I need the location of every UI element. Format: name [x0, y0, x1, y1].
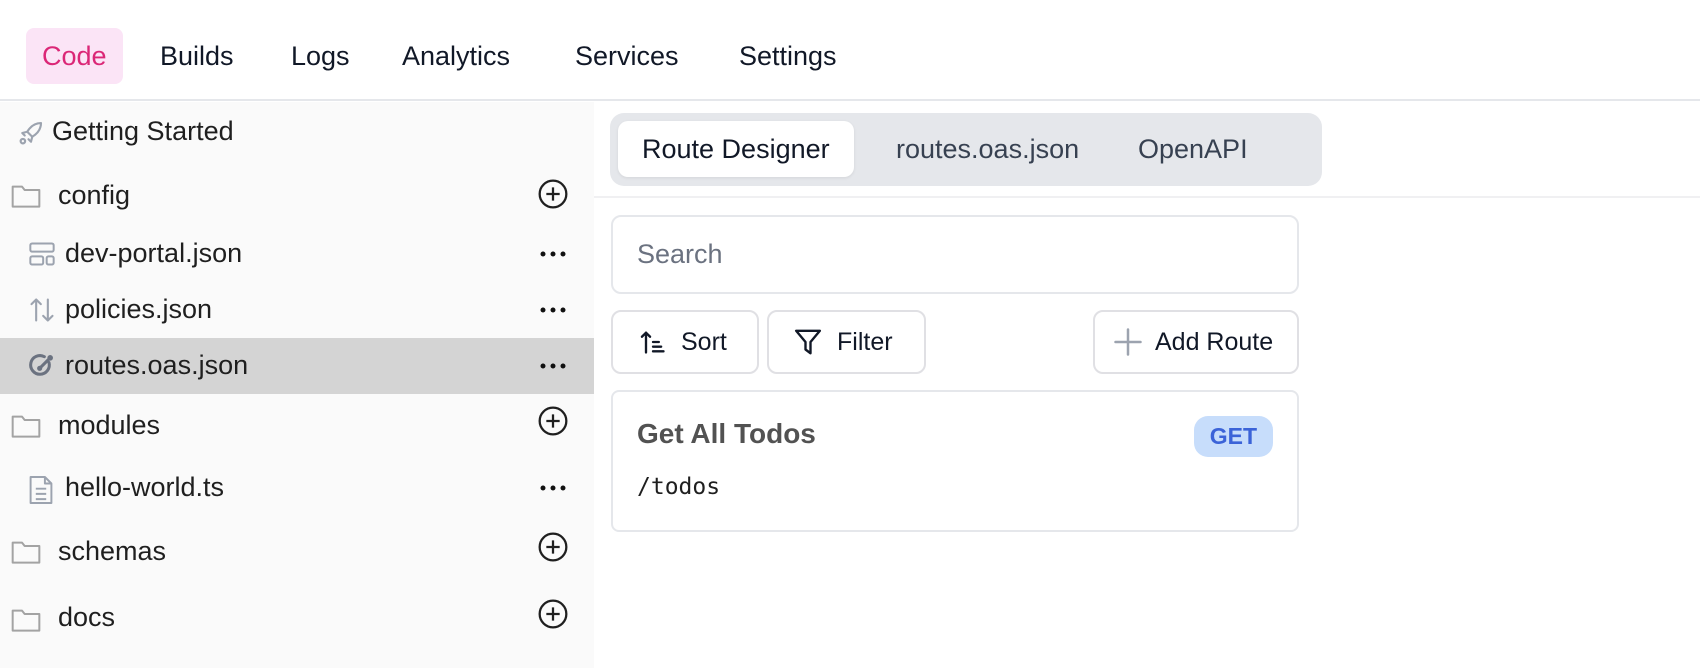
sidebar-file-dev-portal[interactable]: dev-portal.json: [0, 226, 594, 282]
file-text-icon: [27, 474, 55, 506]
sidebar-folder-config[interactable]: config: [0, 166, 594, 226]
nav-tab-logs[interactable]: Logs: [275, 28, 366, 84]
sort-ascending-icon: [639, 328, 667, 356]
sidebar-file-policies[interactable]: policies.json: [0, 282, 594, 338]
filter-button[interactable]: Filter: [767, 310, 926, 374]
sidebar-item-label: schemas: [58, 536, 167, 566]
nav-tab-services[interactable]: Services: [559, 28, 695, 84]
method-badge: GET: [1193, 416, 1273, 457]
arrows-up-down-icon: [28, 296, 56, 324]
nav-tab-builds[interactable]: Builds: [144, 28, 250, 84]
search-field: [611, 215, 1299, 294]
search-input[interactable]: [613, 217, 1297, 292]
tab-openapi[interactable]: OpenAPI: [1114, 121, 1272, 177]
tab-route-designer[interactable]: Route Designer: [618, 121, 854, 177]
folder-icon: [10, 536, 42, 568]
add-icon[interactable]: [536, 530, 570, 564]
nav-tab-analytics[interactable]: Analytics: [386, 28, 526, 84]
editor-tabbar: Route Designer routes.oas.json OpenAPI: [594, 102, 1700, 198]
sort-label: Sort: [681, 327, 727, 356]
sidebar-item-label: hello-world.ts: [65, 472, 225, 502]
route-card[interactable]: Get All Todos GET /todos: [611, 390, 1299, 532]
filter-icon: [793, 327, 823, 357]
plus-icon: [1113, 327, 1143, 357]
sort-button[interactable]: Sort: [611, 310, 759, 374]
sidebar-file-hello-world[interactable]: hello-world.ts: [0, 458, 594, 518]
sidebar-folder-docs[interactable]: docs: [0, 584, 594, 654]
route-path: /todos: [637, 474, 721, 500]
nav-tab-code[interactable]: Code: [26, 28, 123, 84]
sidebar-item-label: config: [58, 180, 131, 210]
view-switcher: Route Designer routes.oas.json OpenAPI: [610, 113, 1322, 186]
route-title: Get All Todos: [637, 418, 816, 449]
top-nav: Code Builds Logs Analytics Services Sett…: [0, 0, 1700, 101]
sidebar-item-label: docs: [58, 602, 116, 632]
filter-label: Filter: [837, 327, 893, 356]
sidebar-folder-modules[interactable]: modules: [0, 394, 594, 458]
sidebar-item-label: routes.oas.json: [65, 350, 249, 380]
layout-icon: [28, 240, 56, 268]
folder-icon: [10, 410, 42, 442]
more-icon[interactable]: [536, 349, 570, 383]
route-icon: [28, 352, 56, 380]
file-tree-sidebar: Getting Started config dev-portal.json p…: [0, 102, 594, 668]
add-icon[interactable]: [536, 404, 570, 438]
add-icon[interactable]: [536, 597, 570, 631]
folder-icon: [10, 180, 42, 212]
nav-tab-settings[interactable]: Settings: [723, 28, 853, 84]
sidebar-file-routes-oas[interactable]: routes.oas.json: [0, 338, 594, 394]
tab-routes-oas-json[interactable]: routes.oas.json: [872, 121, 1103, 177]
add-icon[interactable]: [536, 177, 570, 211]
sidebar-item-label: dev-portal.json: [65, 238, 243, 268]
rocket-icon: [16, 118, 46, 148]
sidebar-item-label: policies.json: [65, 294, 213, 324]
more-icon[interactable]: [536, 471, 570, 505]
sidebar-item-label: modules: [58, 410, 161, 440]
add-route-label: Add Route: [1155, 327, 1274, 356]
more-icon[interactable]: [536, 237, 570, 271]
folder-icon: [10, 604, 42, 636]
sidebar-item-getting-started[interactable]: Getting Started: [0, 102, 594, 166]
more-icon[interactable]: [536, 293, 570, 327]
add-route-button[interactable]: Add Route: [1093, 310, 1299, 374]
main-panel: Route Designer routes.oas.json OpenAPI S…: [594, 102, 1700, 668]
sidebar-folder-schemas[interactable]: schemas: [0, 518, 594, 584]
sidebar-item-label: Getting Started: [52, 116, 234, 146]
